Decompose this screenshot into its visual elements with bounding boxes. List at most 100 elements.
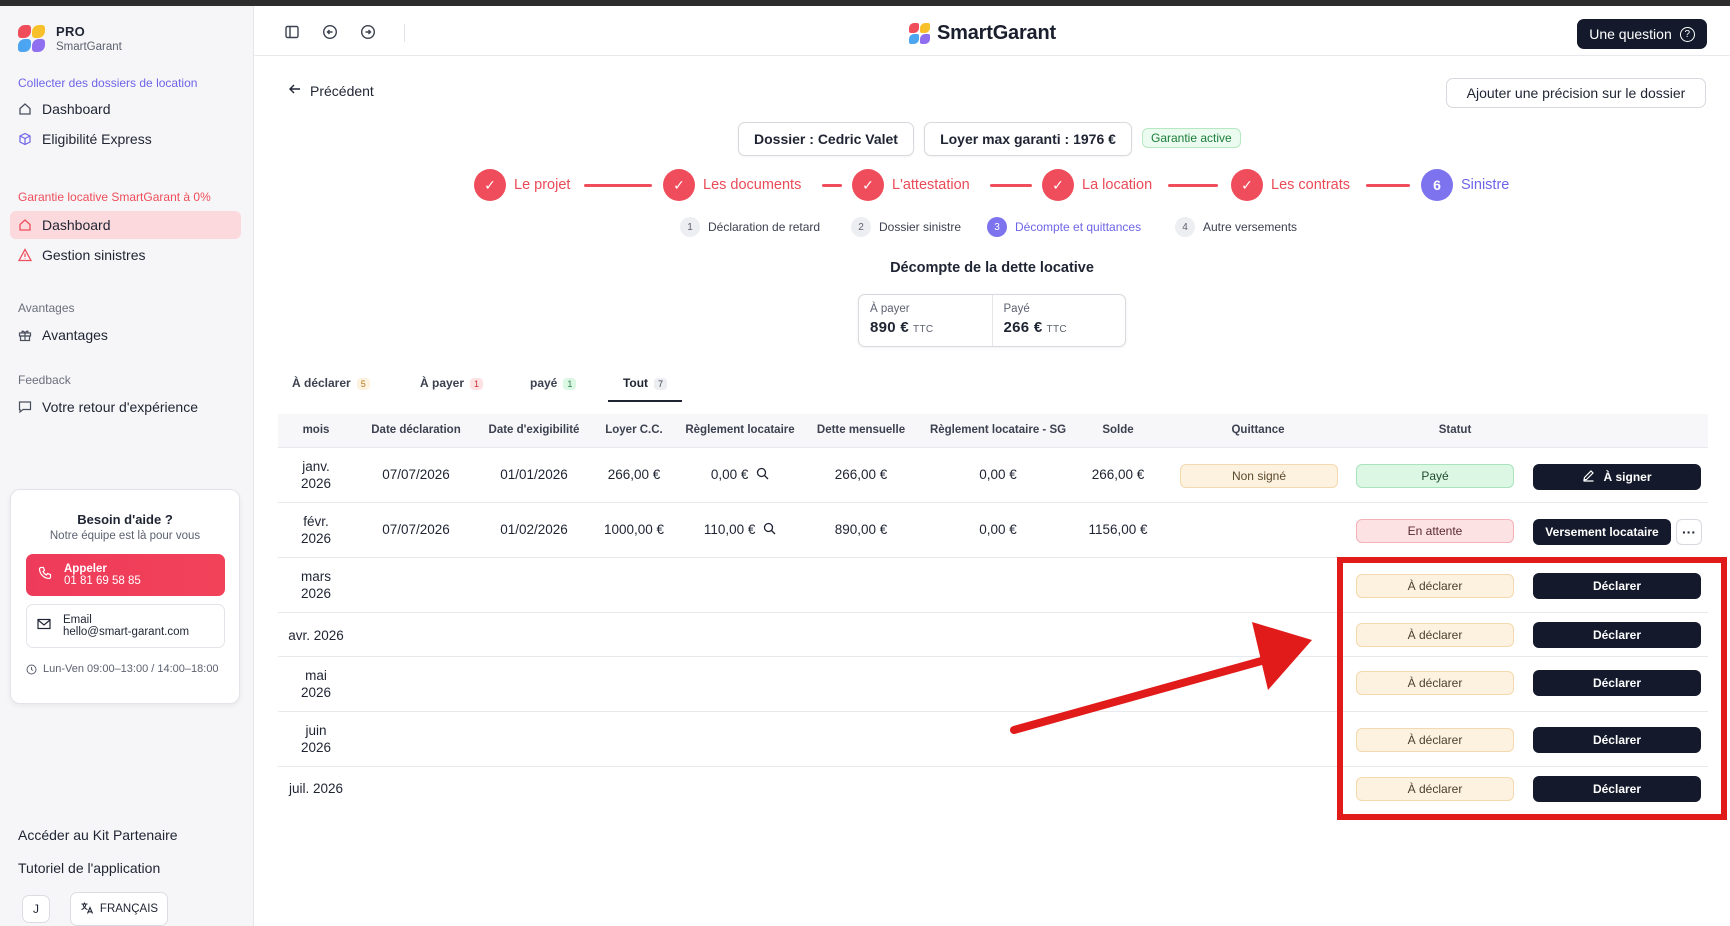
email-button[interactable]: Email hello@smart-garant.com	[26, 604, 225, 648]
substep-number: 4	[1175, 217, 1195, 237]
back-arrow-icon[interactable]	[322, 24, 340, 42]
cell-mois: avr. 2026	[278, 627, 354, 644]
a-payer-value: 890 €	[870, 319, 910, 336]
step-label: L'attestation	[892, 177, 970, 193]
sidebar-item-label: Eligibilité Express	[42, 131, 152, 147]
sidebar-item-retour[interactable]: Votre retour d'expérience	[10, 393, 241, 421]
step-attestation[interactable]: ✓ L'attestation	[852, 169, 970, 201]
sidebar-item-dashboard-garantie[interactable]: Dashboard	[10, 211, 241, 239]
cell-reglement: 110,00 €	[676, 522, 804, 538]
tab-label: Tout	[622, 376, 649, 390]
substep-number: 1	[680, 217, 700, 237]
month-name: mars	[301, 569, 331, 584]
forward-arrow-icon[interactable]	[360, 24, 378, 42]
help-card: Besoin d'aide ? Notre équipe est là pour…	[10, 489, 240, 704]
unit-label: TTC	[1046, 324, 1067, 335]
sign-button[interactable]: À signer	[1533, 464, 1701, 490]
question-label: Une question	[1589, 26, 1672, 42]
col-loyer: Loyer C.C.	[605, 424, 663, 436]
help-circle-icon: ?	[1679, 26, 1695, 42]
mail-icon	[37, 617, 51, 635]
month-name: févr.	[303, 514, 329, 529]
sidebar-item-label: Avantages	[42, 327, 108, 343]
email-address: hello@smart-garant.com	[63, 626, 190, 638]
tab-paye[interactable]: payé 1	[530, 372, 577, 402]
tutorial-link[interactable]: Tutoriel de l'application	[18, 860, 160, 876]
cell-solde: 266,00 €	[1091, 467, 1145, 482]
declarer-button[interactable]: Déclarer	[1533, 622, 1701, 648]
language-selector[interactable]: FRANÇAIS	[70, 892, 168, 926]
tab-label: payé	[530, 376, 558, 390]
versement-locataire-button[interactable]: Versement locataire	[1533, 519, 1671, 545]
check-icon: ✓	[474, 169, 506, 201]
quittance-badge: Non signé	[1180, 464, 1338, 488]
cell-dette: 890,00 €	[834, 522, 888, 537]
step-projet[interactable]: ✓ Le projet	[474, 169, 570, 201]
substep-autres[interactable]: 4 Autre versements	[1175, 217, 1297, 237]
phone-icon	[38, 566, 52, 585]
step-sinistre[interactable]: 6 Sinistre	[1421, 169, 1509, 201]
tab-a-declarer[interactable]: À déclarer 5	[292, 372, 370, 402]
table-header: mois Date déclaration Date d'exigibilité…	[278, 414, 1708, 448]
dossier-box: Dossier : Cedric Valet	[738, 122, 914, 156]
header-logo[interactable]: SmartGarant	[909, 22, 1056, 45]
declarer-button[interactable]: Déclarer	[1533, 776, 1701, 802]
substep-number: 3	[987, 217, 1007, 237]
step-documents[interactable]: ✓ Les documents	[663, 169, 801, 201]
cell-solde: 1156,00 €	[1088, 522, 1148, 537]
tab-a-payer[interactable]: À payer 1	[420, 372, 484, 402]
tab-count: 5	[356, 378, 370, 390]
col-date-declaration: Date déclaration	[371, 424, 461, 436]
substep-decompte[interactable]: 3 Décompte et quittances	[987, 217, 1141, 237]
sidebar-toggle-icon[interactable]	[284, 24, 302, 42]
avatar[interactable]: J	[22, 895, 50, 923]
kit-partenaire-link[interactable]: Accéder au Kit Partenaire	[18, 827, 178, 843]
tab-count: 1	[470, 378, 484, 390]
tab-tout[interactable]: Tout 7	[608, 372, 682, 402]
brand-name: SmartGarant	[56, 41, 122, 53]
clock-icon	[26, 662, 37, 679]
home-icon	[18, 218, 32, 232]
language-label: FRANÇAIS	[99, 903, 159, 915]
loyer-max-box: Loyer max garanti : 1976 €	[924, 122, 1132, 156]
table-row: mai 2026 À déclarer Déclarer	[278, 657, 1708, 712]
declarer-button[interactable]: Déclarer	[1533, 727, 1701, 753]
step-location[interactable]: ✓ La location	[1042, 169, 1152, 201]
add-precision-button[interactable]: Ajouter une précision sur le dossier	[1446, 78, 1706, 108]
summary-card: À payer 890 € TTC Payé 266 € TTC	[858, 294, 1126, 347]
sidebar-item-avantages[interactable]: Avantages	[10, 321, 241, 349]
paye-value: 266 €	[1003, 319, 1043, 336]
help-title: Besoin d'aide ?	[77, 512, 173, 527]
brand[interactable]: PRO SmartGarant	[18, 24, 122, 53]
sidebar-item-dashboard-collect[interactable]: Dashboard	[10, 95, 241, 123]
opening-hours: Lun-Ven 09:00–13:00 / 14:00–18:00	[26, 662, 226, 679]
declarer-button[interactable]: Déclarer	[1533, 670, 1701, 696]
more-options-icon[interactable]: ···	[1676, 519, 1702, 545]
translate-icon	[80, 901, 94, 918]
table-row: févr. 2026 07/07/2026 01/02/2026 1000,00…	[278, 503, 1708, 558]
month-name: juin	[305, 723, 327, 738]
declarer-button[interactable]: Déclarer	[1533, 573, 1701, 599]
check-icon: ✓	[663, 169, 695, 201]
button-label: À signer	[1603, 470, 1652, 484]
section-feedback: Feedback	[18, 373, 71, 387]
call-label: Appeler	[64, 563, 107, 575]
cell-mois: juin 2026	[278, 722, 354, 756]
step-number: 6	[1421, 169, 1453, 201]
cell-date-exigibilite: 01/02/2026	[500, 522, 568, 537]
back-link[interactable]: Précédent	[288, 82, 374, 99]
substep-dossier[interactable]: 2 Dossier sinistre	[851, 217, 961, 237]
cell-reglement-sg: 0,00 €	[979, 467, 1017, 482]
month-name: mai	[305, 668, 327, 683]
call-button[interactable]: Appeler 01 81 69 58 85	[26, 554, 225, 596]
question-button[interactable]: Une question ?	[1577, 19, 1707, 49]
substep-declaration[interactable]: 1 Déclaration de retard	[680, 217, 820, 237]
col-quittance: Quittance	[1231, 424, 1285, 436]
status-badge: À déclarer	[1356, 623, 1514, 647]
status-badge: Payé	[1356, 464, 1514, 488]
step-contrats[interactable]: ✓ Les contrats	[1231, 169, 1350, 201]
step-label: Le projet	[514, 177, 571, 193]
search-icon[interactable]	[763, 522, 776, 538]
sidebar-item-eligibilite[interactable]: Eligibilité Express	[10, 125, 241, 153]
search-icon[interactable]	[756, 467, 769, 483]
